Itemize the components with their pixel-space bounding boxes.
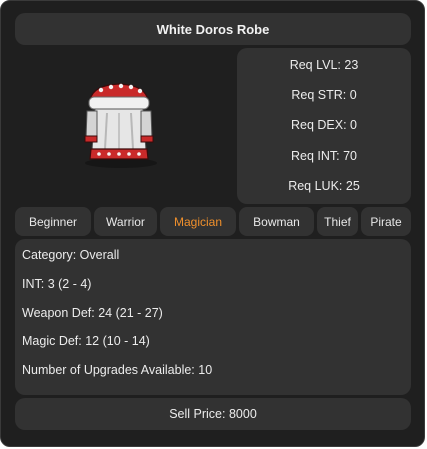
item-card: White Doros Robe Req LVL: 23 Req STR: 0 …: [0, 0, 425, 447]
stats-panel: Category: Overall INT: 3 (2 - 4) Weapon …: [15, 239, 411, 395]
req-luk: Req LUK: 25: [288, 178, 360, 193]
job-tab-label: Pirate: [370, 214, 402, 229]
stat-upgrades: Number of Upgrades Available: 10: [22, 363, 213, 377]
sell-price: Sell Price: 8000: [169, 407, 257, 421]
job-tab-label: Bowman: [253, 214, 300, 229]
stat-category: Category: Overall: [22, 248, 120, 262]
stat-magic-def: Magic Def: 12 (10 - 14): [22, 334, 150, 348]
item-name: White Doros Robe: [156, 21, 270, 37]
job-tab-beginner[interactable]: Beginner: [15, 207, 91, 236]
req-level: Req LVL: 23: [289, 58, 359, 73]
job-tab-thief[interactable]: Thief: [317, 207, 358, 236]
job-tab-label: Magician: [173, 214, 223, 229]
req-str: Req STR: 0: [291, 88, 357, 103]
job-tab-label: Warrior: [106, 214, 145, 229]
job-tab-pirate[interactable]: Pirate: [361, 207, 411, 236]
sell-price-panel: Sell Price: 8000: [15, 398, 411, 430]
req-dex: Req DEX: 0: [290, 118, 357, 133]
req-int: Req INT: 70: [290, 148, 357, 163]
item-name-header: White Doros Robe: [15, 13, 411, 45]
job-tabs: Beginner Warrior Magician Bowman Thief P…: [15, 207, 411, 236]
job-tab-bowman[interactable]: Bowman: [239, 207, 314, 236]
job-tab-label: Thief: [324, 214, 351, 229]
job-tab-label: Beginner: [28, 214, 78, 229]
job-tab-magician[interactable]: Magician: [160, 207, 236, 236]
white-robe-icon: [71, 73, 167, 173]
job-tab-warrior[interactable]: Warrior: [94, 207, 157, 236]
stat-int: INT: 3 (2 - 4): [22, 277, 92, 291]
stat-weapon-def: Weapon Def: 24 (21 - 27): [22, 306, 163, 320]
requirements-panel: Req LVL: 23 Req STR: 0 Req DEX: 0 Req IN…: [237, 48, 411, 204]
